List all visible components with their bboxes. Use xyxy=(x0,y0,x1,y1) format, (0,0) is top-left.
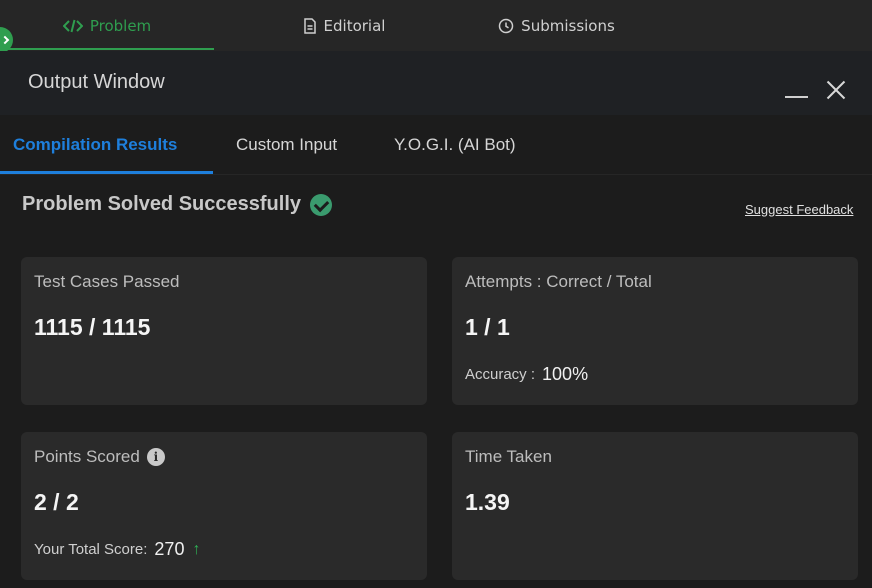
attempts-value: 1 / 1 xyxy=(465,314,510,340)
test-cases-card: Test Cases Passed 1115 / 1115 xyxy=(21,257,427,405)
minimize-icon[interactable] xyxy=(785,96,808,98)
time-label: Time Taken xyxy=(465,447,552,466)
points-card: Points Scored i 2 / 2 Your Total Score: … xyxy=(21,432,427,580)
top-tab-bar: Problem Editorial Submissions xyxy=(0,0,872,53)
code-icon xyxy=(62,19,83,33)
tab-compilation-results[interactable]: Compilation Results xyxy=(13,135,177,155)
status-message: Problem Solved Successfully xyxy=(22,193,332,216)
tab-problem-label: Problem xyxy=(89,16,152,35)
tab-submissions[interactable]: Submissions xyxy=(474,0,639,51)
attempts-card: Attempts : Correct / Total 1 / 1 Accurac… xyxy=(452,257,858,405)
points-value: 2 / 2 xyxy=(34,489,79,515)
info-icon[interactable]: i xyxy=(146,448,165,466)
attempts-label: Attempts : Correct / Total xyxy=(465,272,652,291)
tab-editorial[interactable]: Editorial xyxy=(214,0,474,51)
accuracy-value: 100% xyxy=(542,364,589,384)
time-card: Time Taken 1.39 xyxy=(452,432,858,580)
tab-divider xyxy=(0,174,872,175)
test-cases-label: Test Cases Passed xyxy=(34,272,180,291)
status-text: Problem Solved Successfully xyxy=(22,193,301,215)
total-score-label: Your Total Score: xyxy=(34,541,148,558)
tab-custom-input[interactable]: Custom Input xyxy=(236,135,337,155)
output-window-title: Output Window xyxy=(28,71,165,93)
check-circle-icon xyxy=(310,193,332,216)
output-window-header: Output Window xyxy=(0,51,872,115)
result-tabs: Compilation Results Custom Input Y.O.G.I… xyxy=(0,115,872,175)
tab-submissions-label: Submissions xyxy=(521,16,615,35)
tab-problem[interactable]: Problem xyxy=(0,0,214,51)
accuracy-label: Accuracy : xyxy=(465,366,536,383)
total-score-row: Your Total Score: 270 ↑ xyxy=(34,539,200,560)
tab-yogi-ai-bot[interactable]: Y.O.G.I. (AI Bot) xyxy=(394,135,516,155)
close-icon[interactable] xyxy=(823,77,849,103)
time-value: 1.39 xyxy=(465,489,510,515)
test-cases-value: 1115 / 1115 xyxy=(34,314,151,340)
accuracy-row: Accuracy : 100% xyxy=(465,364,588,385)
total-score-value: 270 xyxy=(154,539,185,559)
points-label: Points Scored xyxy=(34,447,140,466)
clock-icon xyxy=(498,18,514,34)
points-label-row: Points Scored i xyxy=(34,447,165,467)
document-icon xyxy=(303,17,317,34)
arrow-up-icon: ↑ xyxy=(192,540,201,558)
tab-editorial-label: Editorial xyxy=(323,16,386,35)
suggest-feedback-link[interactable]: Suggest Feedback xyxy=(745,202,853,217)
